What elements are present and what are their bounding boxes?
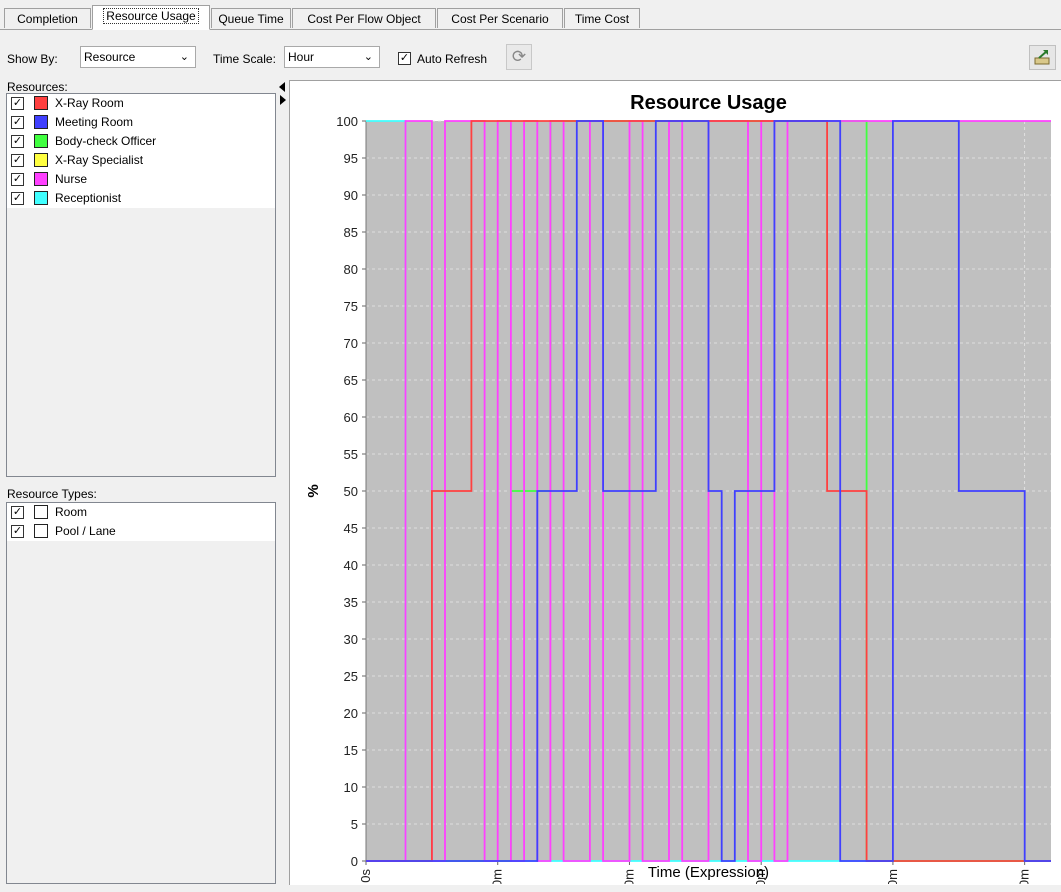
color-swatch[interactable] (34, 191, 48, 205)
y-tick-label: 45 (344, 521, 358, 536)
resources-label: Resources: (7, 80, 68, 94)
y-tick-label: 30 (344, 632, 358, 647)
resource-item-label: Meeting Room (55, 115, 134, 129)
resource-checkbox[interactable]: ✓ (11, 173, 24, 186)
y-tick-label: 40 (344, 558, 358, 573)
chevron-down-icon: ⌄ (179, 51, 189, 63)
color-swatch[interactable] (34, 115, 48, 129)
splitter-arrows-icon (279, 82, 286, 105)
y-tick-label: 20 (344, 706, 358, 721)
y-tick-label: 5 (351, 817, 358, 832)
resource-type-label: Room (55, 505, 88, 519)
tab-completion[interactable]: Completion (4, 8, 91, 28)
tab-cost-per-scenario[interactable]: Cost Per Scenario (437, 8, 563, 28)
resource-item[interactable]: ✓ Body-check Officer (7, 132, 275, 151)
y-tick-label: 75 (344, 299, 358, 314)
resource-usage-chart: Resource Usage 0 5 10 15 20 25 30 35 40 45 50 55 60 65… (289, 80, 1061, 892)
time-scale-value: Hour (288, 50, 315, 64)
resource-type-item[interactable]: ✓ Room (7, 503, 275, 522)
tab-cost-per-flow-object[interactable]: Cost Per Flow Object (292, 8, 436, 28)
resource-item[interactable]: ✓ X-Ray Specialist (7, 151, 275, 170)
chart-svg: Resource Usage 0 5 10 15 20 25 30 35 40 45 50 55 60 65… (305, 92, 1051, 892)
resource-item-label: Body-check Officer (55, 134, 157, 148)
export-button[interactable] (1029, 45, 1056, 70)
resource-item[interactable]: ✓ Nurse (7, 170, 275, 189)
resource-checkbox[interactable]: ✓ (11, 135, 24, 148)
resource-type-checkbox[interactable]: ✓ (11, 525, 24, 538)
y-tick-label: 90 (344, 188, 358, 203)
x-tick-label: 50m (1017, 869, 1032, 884)
y-tick-label: 80 (344, 262, 358, 277)
color-swatch[interactable] (34, 524, 48, 538)
y-tick-label: 85 (344, 225, 358, 240)
color-swatch[interactable] (34, 153, 48, 167)
y-tick-label: 60 (344, 410, 358, 425)
tab-queue-time[interactable]: Queue Time (211, 8, 291, 28)
tab-time-cost[interactable]: Time Cost (564, 8, 640, 28)
show-by-select[interactable]: Resource ⌄ (80, 46, 196, 68)
resource-types-list: ✓ Room ✓ Pool / Lane (6, 502, 276, 884)
resource-type-label: Pool / Lane (55, 524, 116, 538)
y-tick-label: 15 (344, 743, 358, 758)
y-tick-label: 35 (344, 595, 358, 610)
y-tick-label: 70 (344, 336, 358, 351)
color-swatch[interactable] (34, 96, 48, 110)
time-scale-label: Time Scale: (213, 52, 276, 66)
refresh-icon: ⟳ (511, 47, 527, 66)
x-axis-label: Time (Expression) (648, 864, 769, 881)
color-swatch[interactable] (34, 172, 48, 186)
y-tick-label: 0 (351, 854, 358, 869)
tab-resource-usage[interactable]: Resource Usage (92, 5, 210, 30)
resources-list: ✓ X-Ray Room ✓ Meeting Room ✓ Body-check Offi… (6, 93, 276, 477)
y-tick-label: 10 (344, 780, 358, 795)
resource-item[interactable]: ✓ Receptionist (7, 189, 275, 208)
resource-item-label: Nurse (55, 172, 88, 186)
resource-types-label: Resource Types: (7, 487, 97, 501)
refresh-button[interactable]: ⟳ (506, 44, 532, 70)
color-swatch[interactable] (34, 505, 48, 519)
chevron-down-icon: ⌄ (363, 51, 373, 63)
show-by-label: Show By: (7, 52, 58, 66)
resource-checkbox[interactable]: ✓ (11, 116, 24, 129)
x-tick-label: 40m (885, 869, 900, 884)
color-swatch[interactable] (34, 134, 48, 148)
y-tick-label: 50 (344, 484, 358, 499)
resource-checkbox[interactable]: ✓ (11, 154, 24, 167)
show-by-value: Resource (84, 50, 136, 64)
x-tick-label: 20m (621, 869, 636, 884)
resource-item-label: X-Ray Room (55, 96, 124, 110)
resource-checkbox[interactable]: ✓ (11, 97, 24, 110)
resource-type-item[interactable]: ✓ Pool / Lane (7, 522, 275, 541)
chart-title: Resource Usage (630, 92, 787, 114)
tab-bar: Completion Resource Usage Queue Time Cos… (0, 0, 1061, 30)
resource-item[interactable]: ✓ X-Ray Room (7, 94, 275, 113)
resource-item-label: Receptionist (55, 191, 122, 205)
resource-item[interactable]: ✓ Meeting Room (7, 113, 275, 132)
resource-type-checkbox[interactable]: ✓ (11, 506, 24, 519)
x-tick-label: 10m (490, 869, 505, 884)
auto-refresh-checkbox[interactable]: ✓ (398, 52, 411, 65)
time-scale-select[interactable]: Hour ⌄ (284, 46, 380, 68)
export-icon (1034, 50, 1050, 65)
y-tick-label: 25 (344, 669, 358, 684)
y-tick-label: 65 (344, 373, 358, 388)
y-tick-label: 100 (336, 114, 358, 129)
panel-splitter[interactable] (278, 80, 287, 882)
x-tick-label: 0s (358, 869, 373, 883)
auto-refresh-label: Auto Refresh (417, 52, 488, 66)
resource-item-label: X-Ray Specialist (55, 153, 144, 167)
resource-checkbox[interactable]: ✓ (11, 192, 24, 205)
y-tick-label: 55 (344, 447, 358, 462)
y-tick-label: 95 (344, 151, 358, 166)
y-axis-label: % (305, 484, 322, 497)
tab-resource-usage-label: Resource Usage (103, 8, 199, 24)
